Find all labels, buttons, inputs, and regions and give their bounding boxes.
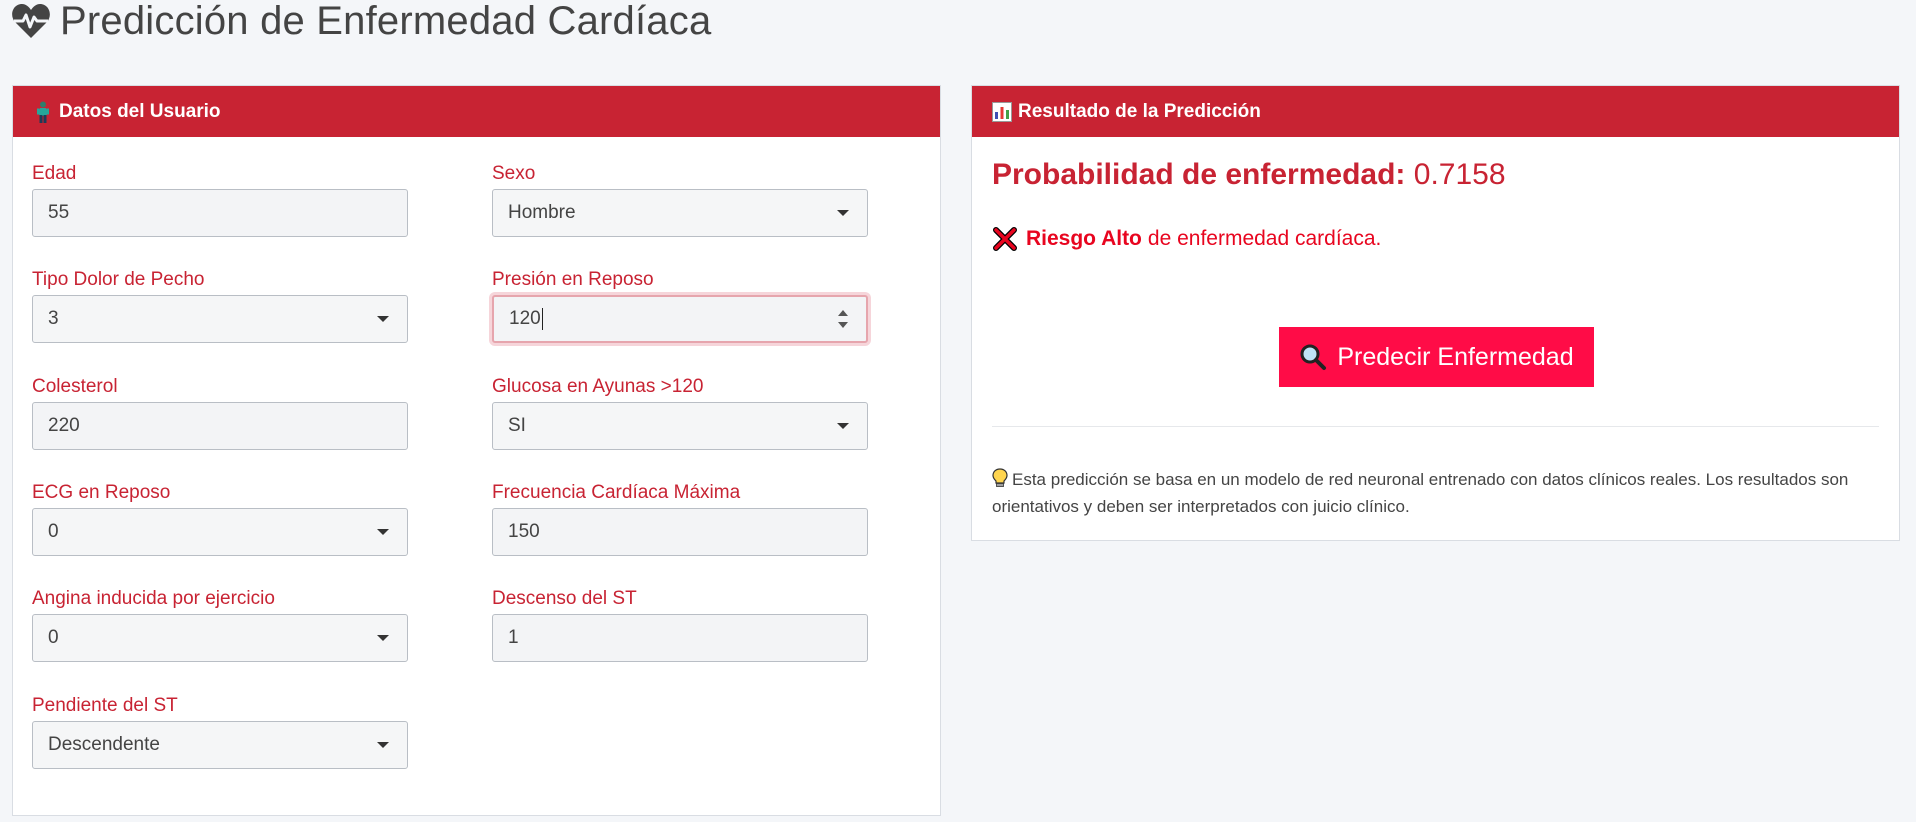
risk-level: Riesgo Alto <box>1026 227 1142 250</box>
angina-value: 0 <box>48 627 59 648</box>
angina-label: Angina inducida por ejercicio <box>32 588 275 609</box>
edad-value: 55 <box>48 202 70 223</box>
sexo-value: Hombre <box>508 202 576 223</box>
predict-button-label: Predecir Enfermedad <box>1337 342 1574 371</box>
page-title-text: Predicción de Enfermedad Cardíaca <box>60 0 712 43</box>
chevron-down-icon <box>377 529 389 535</box>
chevron-down-icon <box>837 423 849 429</box>
bar-chart-icon <box>992 101 1012 123</box>
light-bulb-icon <box>992 468 1008 488</box>
glucosa-value: SI <box>508 415 526 436</box>
frecuencia-value: 150 <box>508 521 540 542</box>
tipo-dolor-select[interactable]: 3 <box>32 295 408 343</box>
spinner-down-icon[interactable] <box>838 322 848 328</box>
magnifier-icon <box>1299 343 1327 371</box>
tipo-dolor-label: Tipo Dolor de Pecho <box>32 269 205 290</box>
probability-value: 0.7158 <box>1413 158 1506 191</box>
chevron-down-icon <box>377 742 389 748</box>
edad-label: Edad <box>32 163 77 184</box>
descenso-input[interactable]: 1 <box>492 614 868 662</box>
page-title: Predicción de Enfermedad Cardíaca <box>10 0 711 46</box>
presion-value: 120 <box>509 308 541 329</box>
pendiente-label: Pendiente del ST <box>32 695 178 716</box>
sexo-label: Sexo <box>492 163 536 184</box>
frecuencia-input[interactable]: 150 <box>492 508 868 556</box>
tipo-dolor-value: 3 <box>48 308 59 329</box>
text-cursor <box>541 308 543 330</box>
risk-status: Riesgo Alto de enfermedad cardíaca. <box>992 226 1381 252</box>
spinner-up-icon[interactable] <box>838 310 848 316</box>
predict-button[interactable]: Predecir Enfermedad <box>1279 327 1594 387</box>
colesterol-input[interactable]: 220 <box>32 402 408 450</box>
number-spinner[interactable] <box>838 308 850 332</box>
user-data-title: Datos del Usuario <box>59 100 221 122</box>
ecg-label: ECG en Reposo <box>32 482 171 503</box>
edad-input[interactable]: 55 <box>32 189 408 237</box>
probability-label: Probabilidad de enfermedad: <box>992 158 1406 191</box>
glucosa-label: Glucosa en Ayunas >120 <box>492 376 704 397</box>
chevron-down-icon <box>377 316 389 322</box>
risk-text: de enfermedad cardíaca. <box>1147 227 1382 250</box>
ecg-value: 0 <box>48 521 59 542</box>
presion-label: Presión en Reposo <box>492 269 654 290</box>
colesterol-label: Colesterol <box>32 376 118 397</box>
user-data-header: Datos del Usuario <box>13 86 940 137</box>
cross-mark-icon <box>992 226 1018 252</box>
descenso-label: Descenso del ST <box>492 588 637 609</box>
pendiente-select[interactable]: Descendente <box>32 721 408 769</box>
heart-pulse-icon <box>10 0 52 42</box>
glucosa-select[interactable]: SI <box>492 402 868 450</box>
pendiente-value: Descendente <box>48 734 160 755</box>
angina-select[interactable]: 0 <box>32 614 408 662</box>
disclaimer-note: Esta predicción se basa en un modelo de … <box>992 466 1872 520</box>
presion-input[interactable]: 120 <box>492 295 868 343</box>
colesterol-value: 220 <box>48 415 80 436</box>
prediction-result-header: Resultado de la Predicción <box>972 86 1899 137</box>
chevron-down-icon <box>837 210 849 216</box>
prediction-result-panel: Resultado de la Predicción Probabilidad … <box>971 85 1900 541</box>
disclaimer-text: Esta predicción se basa en un modelo de … <box>992 470 1849 516</box>
prediction-result-title: Resultado de la Predicción <box>1018 100 1261 122</box>
descenso-value: 1 <box>508 627 519 648</box>
probability-line: Probabilidad de enfermedad: 0.7158 <box>992 158 1506 192</box>
user-data-panel: Datos del Usuario Edad 55 Sexo Hombre Ti… <box>12 85 941 816</box>
frecuencia-label: Frecuencia Cardíaca Máxima <box>492 482 741 503</box>
chevron-down-icon <box>377 635 389 641</box>
sexo-select[interactable]: Hombre <box>492 189 868 237</box>
divider <box>992 426 1879 427</box>
ecg-select[interactable]: 0 <box>32 508 408 556</box>
person-icon <box>33 101 53 123</box>
